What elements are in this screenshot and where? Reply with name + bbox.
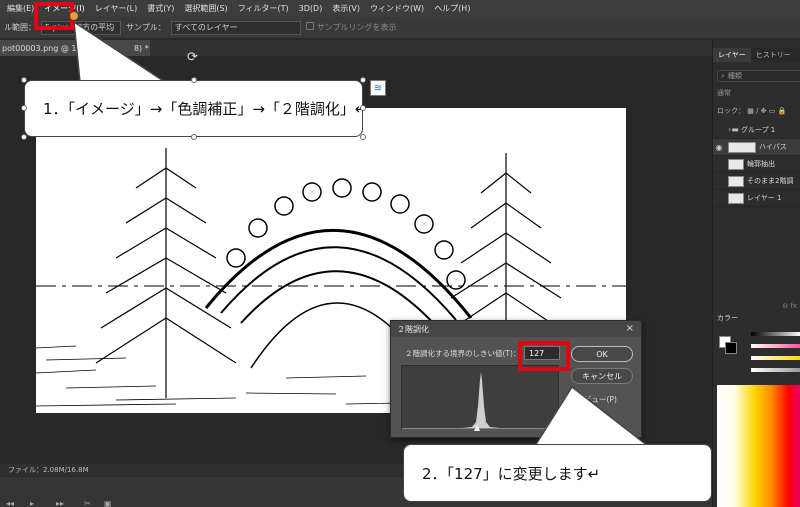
highlight-image-menu xyxy=(34,2,74,30)
rotate-icon[interactable]: ⟳ xyxy=(187,50,198,65)
transform-handle[interactable] xyxy=(191,77,197,83)
transform-handle[interactable] xyxy=(191,134,197,140)
callout-step2: 2．「127」に変更します↵ xyxy=(403,444,712,502)
callout-step1-text: 1．「イメージ」→「色調補正」→「２階調化」↵ xyxy=(43,100,368,118)
transform-handle[interactable] xyxy=(360,77,366,83)
transform-handle[interactable] xyxy=(21,77,27,83)
transform-handle[interactable] xyxy=(360,134,366,140)
transform-handle[interactable] xyxy=(360,105,366,111)
text-wrap-icon[interactable]: ≋ xyxy=(370,80,386,96)
callout-tails xyxy=(73,20,651,447)
transform-handle[interactable] xyxy=(21,134,27,140)
callout-step2-text: 2．「127」に変更します↵ xyxy=(422,464,601,483)
callout-step1: 1．「イメージ」→「色調補正」→「２階調化」↵ xyxy=(24,80,367,137)
menu-cursor-dot xyxy=(70,12,78,20)
transform-handle[interactable] xyxy=(21,105,27,111)
highlight-threshold-input xyxy=(518,341,570,371)
